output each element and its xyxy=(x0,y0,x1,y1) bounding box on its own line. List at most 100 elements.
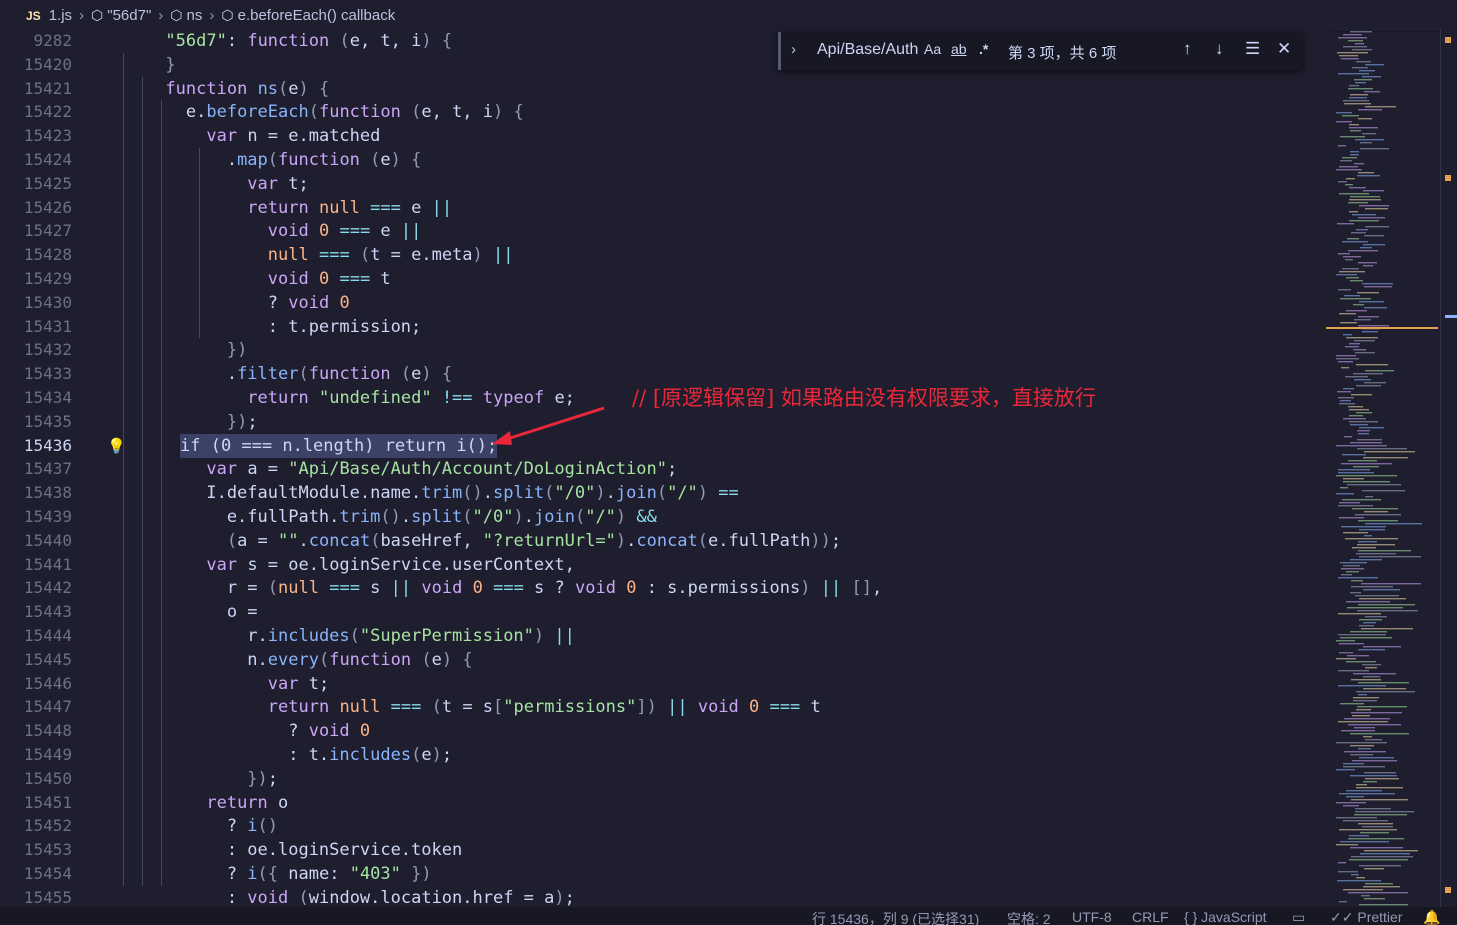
end-of-line[interactable]: CRLF xyxy=(1132,909,1169,925)
minimap-line xyxy=(1359,70,1375,72)
regex-toggle[interactable]: .* xyxy=(979,41,988,57)
find-input[interactable]: Api/Base/Auth xyxy=(817,41,918,59)
minimap-line xyxy=(1350,31,1372,33)
encoding[interactable]: UTF-8 xyxy=(1072,909,1112,925)
cursor-position[interactable]: 行 15436，列 9 (已选择31) xyxy=(812,909,979,925)
code-line[interactable]: 15450 }); xyxy=(0,767,1330,791)
line-number: 15438 xyxy=(23,483,72,503)
code-line[interactable]: 15442 r = (null === s || void 0 === s ? … xyxy=(0,576,1330,600)
breadcrumb-item-function[interactable]: ns xyxy=(187,7,203,24)
code-line[interactable]: 15449 : t.includes(e); xyxy=(0,743,1330,767)
minimap-line xyxy=(1354,814,1407,816)
code-line[interactable]: 15441 var s = oe.loginService.userContex… xyxy=(0,553,1330,577)
minimap-line xyxy=(1343,763,1364,765)
minimap-line xyxy=(1358,550,1411,552)
minimap-line xyxy=(1345,376,1368,378)
minimap-line xyxy=(1343,334,1352,336)
chevron-right-icon: › xyxy=(158,7,164,24)
scrollbar-position xyxy=(1445,315,1457,318)
match-case-toggle[interactable]: Aa xyxy=(924,41,941,57)
toggle-replace-icon[interactable]: › xyxy=(791,41,796,58)
scrollbar-marker xyxy=(1445,175,1451,181)
line-number: 15447 xyxy=(23,697,72,717)
minimap-line xyxy=(1352,49,1372,51)
minimap-line xyxy=(1336,658,1356,660)
code-line[interactable]: 15422 e.beforeEach(function (e, t, i) { xyxy=(0,100,1330,124)
minimap-line xyxy=(1364,382,1386,384)
minimap-line xyxy=(1336,493,1354,495)
notifications-bell-icon[interactable]: 🔔 xyxy=(1423,909,1440,925)
minimap-line xyxy=(1360,247,1372,249)
code-line[interactable]: 15439 e.fullPath.trim().split("/0").join… xyxy=(0,505,1330,529)
layout-icon[interactable]: ▭ xyxy=(1292,909,1305,925)
code-line[interactable]: 15451 return o xyxy=(0,791,1330,815)
minimap-line xyxy=(1352,760,1397,762)
code-editor[interactable]: 9282 "56d7": function (e, t, i) {15420 }… xyxy=(0,29,1330,909)
code-line[interactable]: 15443 o = xyxy=(0,600,1330,624)
code-line[interactable]: 15436 💡 if (0 === n.length) return i(); xyxy=(0,433,1330,458)
code-line[interactable]: 15440 (a = "".concat(baseHref, "?returnU… xyxy=(0,529,1330,553)
minimap-line xyxy=(1345,184,1353,186)
code-text: (a = "".concat(baseHref, "?returnUrl=").… xyxy=(226,530,842,551)
code-line[interactable]: 15452 ? i() xyxy=(0,814,1330,838)
minimap-line xyxy=(1350,196,1380,198)
minimap-line xyxy=(1338,613,1381,615)
minimap-line xyxy=(1357,610,1418,612)
whole-word-toggle[interactable]: ab xyxy=(951,41,967,57)
code-line[interactable]: 15445 n.every(function (e) { xyxy=(0,648,1330,672)
minimap-line xyxy=(1358,262,1377,264)
code-text: void 0 === e || xyxy=(267,221,422,242)
minimap-line xyxy=(1343,256,1361,258)
minimap-line xyxy=(1346,661,1376,663)
minimap-line xyxy=(1364,451,1415,453)
code-line[interactable]: 15444 r.includes("SuperPermission") || xyxy=(0,624,1330,648)
find-in-selection-icon[interactable]: ☰ xyxy=(1245,39,1260,59)
code-line[interactable]: 15432 }) xyxy=(0,338,1330,362)
code-line[interactable]: 15447 return null === (t = s["permission… xyxy=(0,695,1330,719)
minimap-line xyxy=(1355,43,1364,45)
language-mode[interactable]: { } JavaScript xyxy=(1184,909,1267,925)
line-number: 15446 xyxy=(23,673,72,693)
previous-match-icon[interactable]: ↑ xyxy=(1183,39,1192,59)
code-text: null === (t = e.meta) || xyxy=(267,245,514,266)
breadcrumb-item-callback[interactable]: e.beforeEach() callback xyxy=(238,7,396,24)
minimap-line xyxy=(1355,514,1401,516)
minimap-line xyxy=(1356,61,1371,63)
line-number: 15425 xyxy=(23,173,72,193)
code-line[interactable]: 15438 I.defaultModule.name.trim().split(… xyxy=(0,481,1330,505)
code-text: return null === e || xyxy=(247,197,453,218)
minimap-line xyxy=(1364,850,1418,852)
minimap-line xyxy=(1353,673,1396,675)
indentation[interactable]: 空格: 2 xyxy=(1007,909,1051,925)
code-line[interactable]: 15455 : void (window.location.href = a); xyxy=(0,886,1330,909)
minimap-line xyxy=(1344,103,1371,105)
code-line[interactable]: 15423 var n = e.matched xyxy=(0,124,1330,148)
minimap-line xyxy=(1351,580,1363,582)
minimap-line xyxy=(1346,178,1355,180)
code-line[interactable]: 15421 function ns(e) { xyxy=(0,77,1330,101)
vertical-scrollbar[interactable] xyxy=(1440,29,1457,907)
minimap-line xyxy=(1362,664,1381,666)
close-icon[interactable]: ✕ xyxy=(1277,39,1291,59)
code-line[interactable]: 15437 var a = "Api/Base/Auth/Account/DoL… xyxy=(0,457,1330,481)
next-match-icon[interactable]: ↓ xyxy=(1215,39,1224,59)
breadcrumb-item-module[interactable]: "56d7" xyxy=(107,7,151,24)
minimap-line xyxy=(1349,421,1378,423)
code-line[interactable]: 15454 ? i({ name: "403" }) xyxy=(0,862,1330,886)
code-line[interactable]: 15453 : oe.loginService.token xyxy=(0,838,1330,862)
line-number: 15435 xyxy=(23,411,72,431)
prettier-status[interactable]: ✓✓ Prettier xyxy=(1330,909,1402,925)
minimap-line xyxy=(1350,94,1368,96)
minimap-line xyxy=(1342,268,1359,270)
minimap-line xyxy=(1343,481,1390,483)
code-line[interactable]: 15435 }); xyxy=(0,410,1330,434)
minimap-line xyxy=(1363,886,1400,888)
minimap[interactable] xyxy=(1326,29,1438,907)
line-number: 15426 xyxy=(23,197,72,217)
breadcrumb-file[interactable]: 1.js xyxy=(49,7,72,24)
indent-guide xyxy=(161,100,162,886)
minimap-line xyxy=(1349,409,1369,411)
code-line[interactable]: 15448 ? void 0 xyxy=(0,719,1330,743)
minimap-line xyxy=(1345,259,1353,261)
code-line[interactable]: 15446 var t; xyxy=(0,672,1330,696)
